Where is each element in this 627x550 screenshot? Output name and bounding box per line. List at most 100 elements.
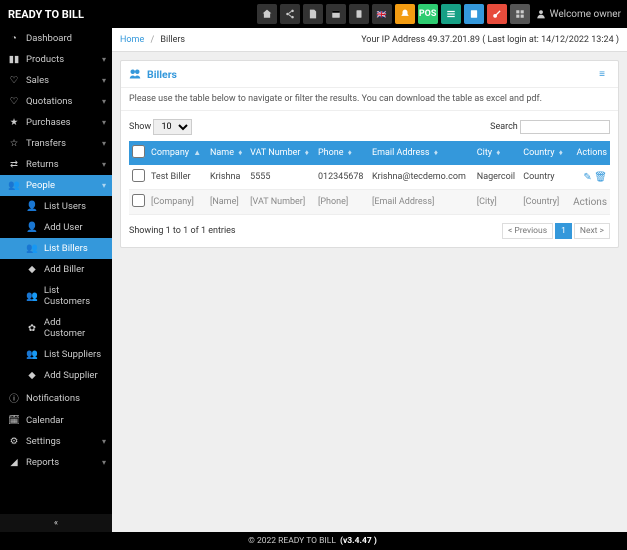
nav-list-users[interactable]: 👤List Users [0, 196, 112, 217]
share-icon[interactable] [280, 4, 300, 24]
pager-prev[interactable]: < Previous [502, 223, 553, 239]
row-actions[interactable]: Actions [568, 190, 610, 215]
chevron-down-icon: ▾ [102, 181, 106, 190]
nav-add-customer[interactable]: ✿Add Customer [0, 312, 112, 344]
nav-quotations[interactable]: ♡Quotations▾ [0, 91, 112, 112]
nav-notifications[interactable]: ⓘNotifications [0, 386, 112, 410]
delete-icon[interactable]: 🗑 [594, 172, 607, 183]
row-actions[interactable]: ✎ 🗑 [568, 165, 610, 190]
list-icon[interactable] [441, 4, 461, 24]
pos-button[interactable]: POS [418, 4, 438, 24]
returns-icon: ⇄ [8, 159, 20, 170]
show-entries: Show 10 [129, 119, 192, 135]
add-user-icon: 👤 [26, 222, 38, 233]
cell-city: Nagercoil [474, 165, 521, 190]
chart-icon: ◢ [8, 457, 20, 468]
home-icon[interactable] [257, 4, 277, 24]
brand-logo: READY TO BILL [0, 0, 112, 28]
welcome-user[interactable]: Welcome owner [536, 9, 621, 20]
chevron-down-icon: ▾ [102, 139, 106, 148]
col-company[interactable]: Company ▲ [148, 141, 207, 165]
cal-icon: 🗓 [8, 415, 20, 426]
nav-list-suppliers[interactable]: 👥List Suppliers [0, 344, 112, 365]
nav-products[interactable]: ▮▮Products▾ [0, 49, 112, 70]
grid-icon[interactable] [510, 4, 530, 24]
show-select[interactable]: 10 [153, 119, 192, 135]
col-city[interactable]: City ♦ [474, 141, 521, 165]
crumb-current: Billers [160, 35, 185, 45]
calc-icon[interactable] [464, 4, 484, 24]
chevron-down-icon: ▾ [102, 458, 106, 467]
row-checkbox[interactable] [132, 169, 145, 182]
cell-phone: 012345678 [315, 165, 369, 190]
sidebar: ◔Dashboard ▮▮Products▾ ♡Sales▾ ♡Quotatio… [0, 28, 112, 532]
chevron-down-icon: ▾ [102, 118, 106, 127]
chevron-down-icon: ▾ [102, 437, 106, 446]
edit-icon[interactable]: ✎ [583, 172, 591, 183]
select-all-checkbox[interactable] [132, 145, 145, 158]
billers-icon: 👥 [26, 243, 38, 254]
nav-sales[interactable]: ♡Sales▾ [0, 70, 112, 91]
col-phone[interactable]: Phone ♦ [315, 141, 369, 165]
dashboard-icon: ◔ [8, 33, 20, 44]
file-icon[interactable] [303, 4, 323, 24]
cell-company: [Company] [148, 190, 207, 215]
people-icon: 👥 [8, 180, 20, 191]
nav-returns[interactable]: ⇄Returns▾ [0, 154, 112, 175]
key-icon[interactable] [487, 4, 507, 24]
nav-purchases[interactable]: ★Purchases▾ [0, 112, 112, 133]
star-icon: ★ [8, 117, 20, 128]
sidebar-collapse[interactable]: « [0, 514, 112, 532]
col-actions[interactable]: Actions [568, 141, 610, 165]
clipboard-icon[interactable] [349, 4, 369, 24]
chevron-down-icon: ▾ [102, 55, 106, 64]
cell-country: [Country] [520, 190, 568, 215]
table-row: Test BillerKrishna5555012345678Krishna@t… [129, 165, 610, 190]
add-supplier-icon: ◆ [26, 370, 38, 381]
gear-icon: ⚙ [8, 436, 20, 447]
col-country[interactable]: Country ♦ [520, 141, 568, 165]
nav-add-biller[interactable]: ◆Add Biller [0, 259, 112, 280]
nav-reports[interactable]: ◢Reports▾ [0, 452, 112, 473]
nav-calendar[interactable]: 🗓Calendar [0, 410, 112, 431]
cell-country: Country [520, 165, 568, 190]
nav-list-customers[interactable]: 👥List Customers [0, 280, 112, 312]
alert-icon[interactable] [395, 4, 415, 24]
nav-add-user[interactable]: 👤Add User [0, 217, 112, 238]
cell-city: [City] [474, 190, 521, 215]
col-name[interactable]: Name ♦ [207, 141, 247, 165]
search-input[interactable] [520, 120, 610, 134]
nav-dashboard[interactable]: ◔Dashboard [0, 28, 112, 49]
panel-title: Billers [129, 68, 177, 81]
row-checkbox[interactable] [132, 194, 145, 207]
flag-icon[interactable]: 🇬🇧 [372, 4, 392, 24]
col-email-address[interactable]: Email Address ♦ [369, 141, 474, 165]
billers-panel: Billers ≡ Please use the table below to … [120, 60, 619, 248]
main-area: Home / Billers Your IP Address 49.37.201… [112, 28, 627, 532]
add-customer-icon: ✿ [26, 323, 38, 334]
add-biller-icon: ◆ [26, 264, 38, 275]
footer: © 2022 READY TO BILL (v3.4.47 ) [0, 532, 627, 550]
breadcrumb-bar: Home / Billers Your IP Address 49.37.201… [112, 28, 627, 52]
transfer-icon: ☆ [8, 138, 20, 149]
cell-vat: 5555 [247, 165, 315, 190]
panel-options-icon[interactable]: ≡ [594, 67, 610, 81]
pager-page-1[interactable]: 1 [555, 223, 572, 239]
chevron-down-icon: ▾ [102, 97, 106, 106]
crumb-home[interactable]: Home [120, 35, 144, 45]
nav-settings[interactable]: ⚙Settings▾ [0, 431, 112, 452]
nav-add-supplier[interactable]: ◆Add Supplier [0, 365, 112, 386]
col-vat-number[interactable]: VAT Number ♦ [247, 141, 315, 165]
calendar-icon[interactable] [326, 4, 346, 24]
nav-transfers[interactable]: ☆Transfers▾ [0, 133, 112, 154]
nav-list-billers[interactable]: 👥List Billers [0, 238, 112, 259]
user-icon [536, 9, 546, 19]
user-icon: 👤 [26, 201, 38, 212]
nav-people[interactable]: 👥People▾ [0, 175, 112, 196]
suppliers-icon: 👥 [26, 349, 38, 360]
pager-next[interactable]: Next > [574, 223, 610, 239]
breadcrumb: Home / Billers [120, 35, 185, 45]
people-icon [129, 68, 141, 80]
search-box: Search [490, 120, 610, 134]
chevron-down-icon: ▾ [102, 76, 106, 85]
